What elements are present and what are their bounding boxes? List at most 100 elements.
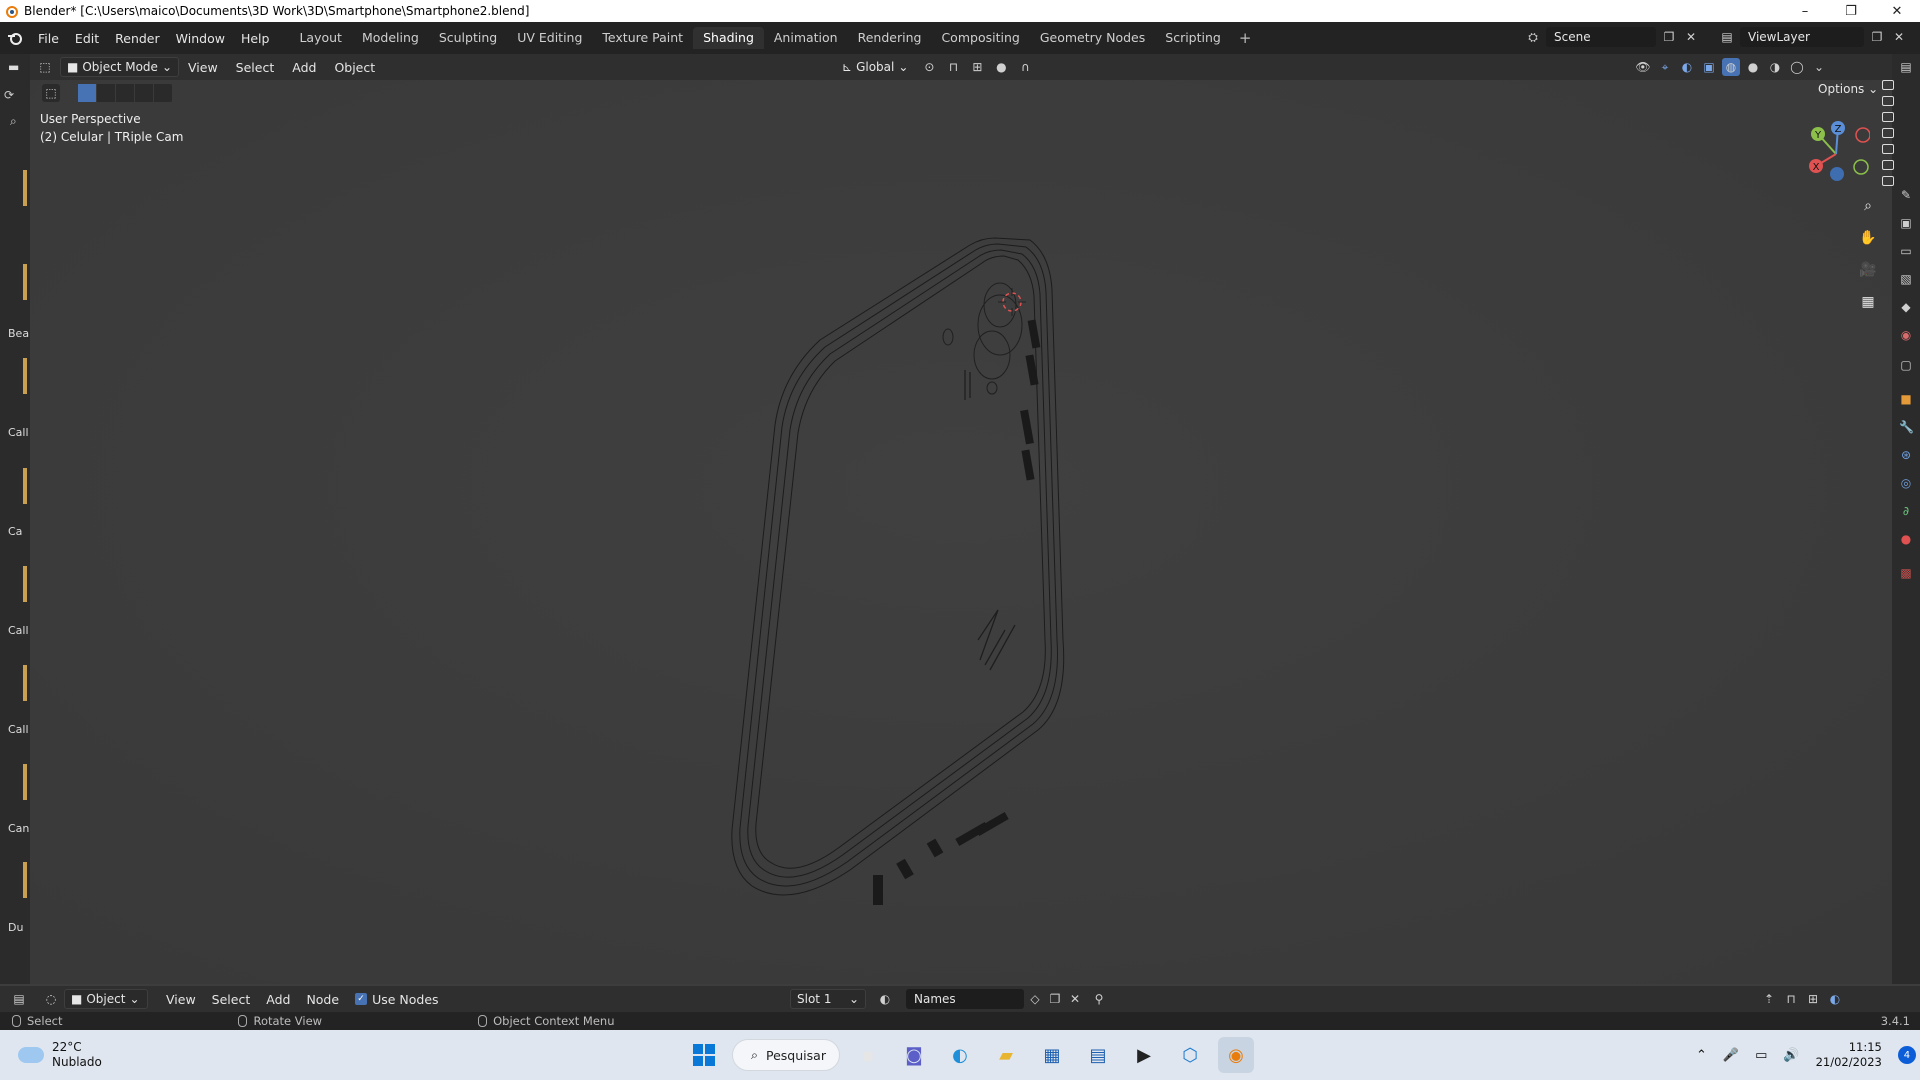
collection-tab-icon[interactable]: ▢ <box>1899 358 1913 372</box>
gizmo-icon[interactable]: ⌖ <box>1656 58 1674 76</box>
navigation-gizmo[interactable]: Y Z X <box>1800 118 1870 188</box>
refresh-icon[interactable]: ⟳ <box>4 88 14 102</box>
tool-tab-icon[interactable]: ✎ <box>1899 188 1913 202</box>
clock[interactable]: 11:15 21/02/2023 <box>1816 1040 1882 1070</box>
scene-tab-icon[interactable]: ◆ <box>1899 300 1913 314</box>
tab-rendering[interactable]: Rendering <box>848 27 932 49</box>
material-tab-icon[interactable]: ● <box>1899 532 1913 546</box>
tab-texture-paint[interactable]: Texture Paint <box>592 27 693 49</box>
pivot-point-icon[interactable]: ⊙ <box>920 58 938 76</box>
solid-shading-icon[interactable]: ● <box>1744 58 1762 76</box>
texture-tab-icon[interactable]: ▩ <box>1899 566 1913 580</box>
falloff-icon[interactable]: ∩ <box>1016 58 1034 76</box>
network-icon[interactable]: ▭ <box>1755 1048 1767 1063</box>
view-layer-icon[interactable]: ▤ <box>1718 28 1736 46</box>
delete-scene-icon[interactable]: ✕ <box>1682 28 1700 46</box>
camera-icon[interactable] <box>1882 176 1894 186</box>
camera-icon[interactable] <box>1882 128 1894 138</box>
snap-target-icon[interactable]: ⊞ <box>968 58 986 76</box>
scene-icon[interactable]: ⛭ <box>1524 28 1542 46</box>
object-tab-icon[interactable]: ■ <box>1899 392 1913 406</box>
select-extend-icon[interactable] <box>97 84 116 102</box>
select-tool-icon[interactable]: ⬚ <box>42 84 60 102</box>
menu-view[interactable]: View <box>179 60 227 75</box>
pan-hand-icon[interactable]: ✋ <box>1856 226 1880 250</box>
zoom-icon[interactable]: ⌕ <box>1856 194 1880 218</box>
menu-edit[interactable]: Edit <box>67 31 107 46</box>
camera-icon[interactable] <box>1882 144 1894 154</box>
modifier-tab-icon[interactable]: 🔧 <box>1899 420 1914 434</box>
tab-layout[interactable]: Layout <box>289 27 352 49</box>
output-tab-icon[interactable]: ▭ <box>1899 244 1913 258</box>
pin-icon[interactable]: ⚲ <box>1090 990 1108 1008</box>
snap-icon[interactable]: ⊓ <box>1782 990 1800 1008</box>
view-layer-field[interactable]: ViewLayer <box>1740 27 1864 47</box>
teams-chat-icon[interactable]: ◙ <box>896 1037 932 1073</box>
unlink-material-icon[interactable]: ✕ <box>1066 990 1084 1008</box>
select-intersect-icon[interactable] <box>154 84 173 102</box>
new-scene-icon[interactable]: ❐ <box>1660 28 1678 46</box>
wireframe-shading-icon[interactable]: ◍ <box>1722 58 1740 76</box>
tab-modeling[interactable]: Modeling <box>352 27 429 49</box>
select-subtract-icon[interactable] <box>116 84 135 102</box>
editor-type-icon[interactable]: ⬚ <box>36 58 54 76</box>
select-invert-icon[interactable] <box>135 84 154 102</box>
camera-icon[interactable]: 🎥 <box>1856 258 1880 282</box>
delete-view-layer-icon[interactable]: ✕ <box>1890 28 1908 46</box>
tab-animation[interactable]: Animation <box>764 27 848 49</box>
tab-scripting[interactable]: Scripting <box>1155 27 1231 49</box>
file-explorer-icon[interactable]: ▰ <box>988 1037 1024 1073</box>
blender-taskbar-icon[interactable]: ◉ <box>1218 1037 1254 1073</box>
slot-dropdown[interactable]: Slot 1 ⌄ <box>790 989 866 1009</box>
material-name-field[interactable]: Names <box>906 989 1024 1009</box>
speaker-icon[interactable]: 🔊 <box>1783 1048 1799 1063</box>
editor-type-icon[interactable]: ▤ <box>10 990 28 1008</box>
shader-type-icon[interactable]: ◌ <box>42 990 60 1008</box>
overlays-icon[interactable]: ◐ <box>1826 990 1844 1008</box>
chevron-up-icon[interactable]: ⌃ <box>1696 1048 1707 1063</box>
notepad-icon[interactable]: ▤ <box>1080 1037 1116 1073</box>
media-player-icon[interactable]: ▶ <box>1126 1037 1162 1073</box>
transform-orientation-dropdown[interactable]: ⊾ Global ⌄ <box>836 57 914 77</box>
maximize-button[interactable]: ❐ <box>1828 0 1874 22</box>
menu-view[interactable]: View <box>158 992 204 1007</box>
menu-add[interactable]: Add <box>283 60 325 75</box>
shading-options-chevron-icon[interactable]: ⌄ <box>1810 58 1828 76</box>
3d-app-icon[interactable]: ⬡ <box>1172 1037 1208 1073</box>
fake-user-icon[interactable]: ◇ <box>1026 990 1044 1008</box>
parent-node-icon[interactable]: ⇡ <box>1760 990 1778 1008</box>
search-icon[interactable]: ⌕ <box>10 114 17 129</box>
task-view-icon[interactable]: ▪ <box>850 1037 886 1073</box>
particles-tab-icon[interactable]: ⊛ <box>1899 448 1913 462</box>
visibility-icon[interactable]: 👁 <box>1634 58 1652 76</box>
menu-file[interactable]: File <box>30 31 67 46</box>
weather-widget[interactable]: 22°C Nublado <box>18 1040 102 1070</box>
close-button[interactable]: ✕ <box>1874 0 1920 22</box>
object-type-dropdown[interactable]: ■ Object ⌄ <box>64 989 148 1009</box>
edge-browser-icon[interactable]: ◐ <box>942 1037 978 1073</box>
snap-mode-icon[interactable]: ⊞ <box>1804 990 1822 1008</box>
taskbar-search[interactable]: ⌕ Pesquisar <box>732 1039 840 1071</box>
menu-add[interactable]: Add <box>258 992 298 1007</box>
camera-icon[interactable] <box>1882 112 1894 122</box>
minimize-button[interactable]: – <box>1782 0 1828 22</box>
menu-object[interactable]: Object <box>325 60 384 75</box>
rendered-shading-icon[interactable]: ◯ <box>1788 58 1806 76</box>
folder-icon[interactable]: ▬ <box>8 60 19 74</box>
scene-field[interactable]: Scene <box>1546 27 1656 47</box>
duplicate-material-icon[interactable]: ❐ <box>1046 990 1064 1008</box>
camera-icon[interactable] <box>1882 160 1894 170</box>
camera-icon[interactable] <box>1882 80 1894 90</box>
view-layer-tab-icon[interactable]: ▧ <box>1899 272 1913 286</box>
store-icon[interactable]: ▦ <box>1034 1037 1070 1073</box>
overlays-icon[interactable]: ◐ <box>1678 58 1696 76</box>
options-dropdown[interactable]: Options ⌄ <box>1818 82 1878 96</box>
tab-geometry-nodes[interactable]: Geometry Nodes <box>1030 27 1155 49</box>
xray-icon[interactable]: ▣ <box>1700 58 1718 76</box>
proportional-edit-icon[interactable]: ● <box>992 58 1010 76</box>
menu-window[interactable]: Window <box>168 31 233 46</box>
select-new-icon[interactable] <box>78 84 97 102</box>
material-browse-icon[interactable]: ◐ <box>876 990 894 1008</box>
outliner-filter-icon[interactable]: ▤ <box>1899 60 1913 74</box>
snap-icon[interactable]: ⊓ <box>944 58 962 76</box>
